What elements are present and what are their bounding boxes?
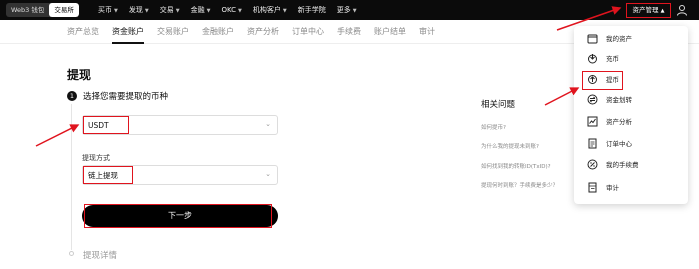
withdraw-method-label: 提现方式 — [82, 154, 110, 162]
dropdown-item-label: 我的资产 — [606, 35, 632, 43]
step-connector — [71, 104, 72, 250]
menu-label: OKC — [221, 6, 237, 14]
withdraw-icon — [588, 75, 597, 84]
dropdown-item-withdraw[interactable]: 提币 — [574, 72, 688, 88]
step-title: 选择您需要提取的币种 — [83, 92, 169, 102]
asset-management-dropdown: 我的资产 充币 提币 资金划转 资产分析 订单中心 我的手续费 审计 — [574, 26, 688, 204]
step-indicator — [69, 251, 74, 256]
top-nav: Web3 钱包 交易所 买币 ▼ 发现 ▼ 交易 ▼ 金融 ▼ OKC ▼ 机构客户 ▼ 新… — [0, 0, 699, 20]
tab-asset-overview[interactable]: 资产总览 — [67, 20, 99, 44]
menu-label: 交易 — [159, 6, 174, 14]
menu-more[interactable]: 更多 ▼ — [337, 5, 357, 15]
chevron-down-icon: ▼ — [175, 8, 180, 14]
chevron-down-icon: ▼ — [282, 8, 287, 14]
mode-switch: Web3 钱包 交易所 — [6, 3, 79, 17]
chevron-down-icon: ▼ — [114, 8, 118, 14]
fee-icon — [587, 159, 598, 170]
dropdown-item-label: 充币 — [606, 55, 619, 63]
page-title: 提现 — [67, 68, 92, 82]
dropdown-item-order-center[interactable]: 订单中心 — [574, 136, 688, 152]
menu-label: 发现 — [128, 6, 143, 14]
chevron-down-icon: ⌄ — [265, 120, 271, 128]
dropdown-item-label: 资金划转 — [606, 96, 632, 104]
dropdown-item-label: 提币 — [606, 76, 619, 84]
coin-select[interactable]: USDT ⌄ — [82, 115, 278, 135]
dropdown-item-my-fees[interactable]: 我的手续费 — [574, 157, 688, 173]
faq-title: 相关问题 — [481, 100, 516, 110]
withdraw-method-value: 链上提现 — [83, 166, 133, 184]
menu-academy[interactable]: 新手学院 — [298, 5, 326, 15]
tab-asset-analysis[interactable]: 资产分析 — [247, 20, 279, 44]
tab-trading-account[interactable]: 交易账户 — [157, 20, 189, 44]
dropdown-item-label: 审计 — [606, 184, 619, 192]
asset-management-label: 资产管理 — [632, 6, 659, 14]
menu-discover[interactable]: 发现 ▼ — [129, 5, 149, 15]
menu-label: 买币 — [98, 6, 112, 14]
menu-label: 金融 — [190, 6, 205, 14]
menu-finance[interactable]: 金融 ▼ — [191, 5, 211, 15]
deposit-icon — [588, 54, 597, 64]
dropdown-item-audit[interactable]: 审计 — [574, 180, 688, 196]
main-menu: 买币 ▼ 发现 ▼ 交易 ▼ 金融 ▼ OKC ▼ 机构客户 ▼ 新手学院 更多 ▼ — [98, 0, 357, 20]
tab-finance-account[interactable]: 金融账户 — [202, 20, 234, 44]
web3-wallet-tab[interactable]: Web3 钱包 — [6, 3, 49, 17]
dropdown-item-label: 资产分析 — [606, 118, 632, 126]
menu-buy-crypto[interactable]: 买币 ▼ — [98, 5, 118, 15]
chevron-down-icon: ▼ — [144, 8, 149, 14]
dropdown-item-deposit[interactable]: 充币 — [574, 51, 688, 67]
chevron-down-icon: ▼ — [206, 8, 211, 14]
user-icon[interactable] — [676, 4, 688, 16]
dropdown-item-label: 订单中心 — [606, 140, 632, 148]
wallet-icon — [587, 34, 598, 44]
faq-link[interactable]: 为什么我的提现未到账? — [481, 142, 539, 150]
tab-fees[interactable]: 手续费 — [337, 20, 361, 44]
next-button[interactable]: 下一步 — [82, 205, 278, 227]
faq-link[interactable]: 如何找到我的转账ID(TxID)? — [481, 162, 551, 170]
tab-statements[interactable]: 账户结单 — [374, 20, 406, 44]
menu-label: 更多 — [336, 6, 351, 14]
chevron-down-icon: ⌄ — [265, 170, 271, 178]
step-number: 1 — [67, 91, 77, 101]
menu-trade[interactable]: 交易 ▼ — [160, 5, 180, 15]
asset-management-button[interactable]: 资产管理 ▲ — [626, 3, 671, 18]
exchange-tab[interactable]: 交易所 — [49, 3, 79, 17]
chevron-up-icon: ▲ — [660, 8, 665, 14]
coin-value: USDT — [83, 116, 129, 134]
tab-funding-account[interactable]: 资金账户 — [112, 20, 144, 44]
dropdown-item-my-assets[interactable]: 我的资产 — [574, 31, 688, 47]
faq-link[interactable]: 提现何时到账？手续费是多少？ — [481, 181, 558, 189]
menu-institutional[interactable]: 机构客户 ▼ — [253, 5, 287, 15]
dropdown-item-label: 我的手续费 — [606, 161, 639, 169]
dropdown-item-transfer[interactable]: 资金划转 — [574, 92, 688, 108]
menu-okc[interactable]: OKC ▼ — [221, 6, 241, 14]
step2-title: 提现详情 — [83, 251, 118, 261]
audit-icon — [588, 182, 597, 193]
chevron-down-icon: ▼ — [238, 8, 242, 14]
tab-order-center[interactable]: 订单中心 — [292, 20, 324, 44]
transfer-icon — [587, 94, 598, 105]
dropdown-item-asset-analysis[interactable]: 资产分析 — [574, 114, 688, 130]
menu-label: 机构客户 — [252, 6, 281, 14]
menu-label: 新手学院 — [297, 6, 326, 14]
order-icon — [588, 138, 597, 149]
analysis-icon — [587, 116, 598, 127]
chevron-down-icon: ▼ — [352, 8, 357, 14]
faq-link[interactable]: 如何提币? — [481, 123, 506, 131]
withdraw-method-select[interactable]: 链上提现 ⌄ — [82, 165, 278, 185]
tab-audit[interactable]: 审计 — [419, 20, 435, 44]
